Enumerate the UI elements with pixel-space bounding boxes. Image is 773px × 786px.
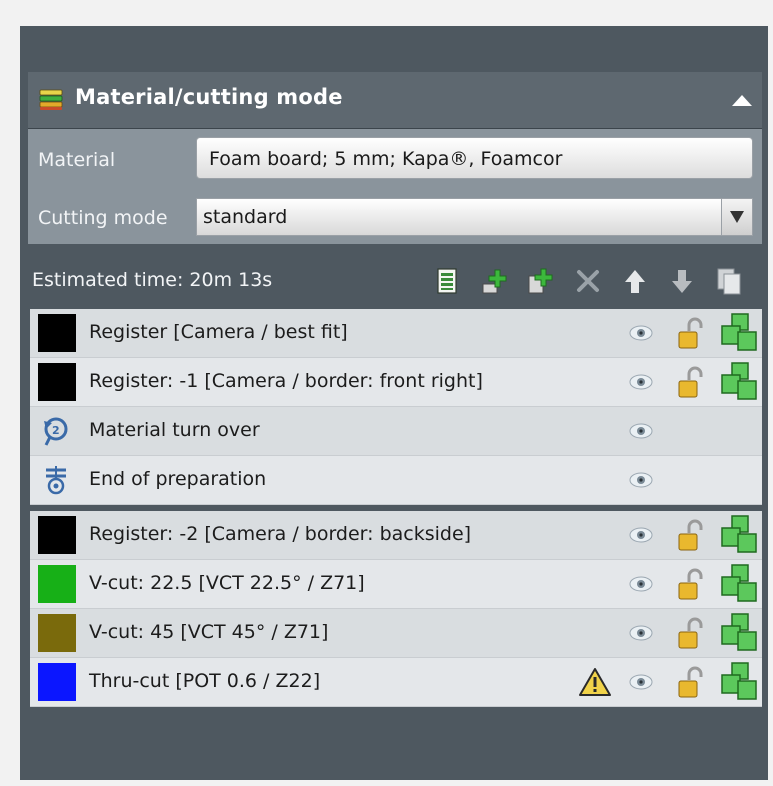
layer-list-icon[interactable] <box>432 266 462 296</box>
turn-over-icon: 2 <box>44 417 68 446</box>
color-swatch <box>38 663 76 701</box>
add-layer-icon[interactable] <box>526 266 556 296</box>
move-up-icon[interactable] <box>620 266 650 296</box>
cut-icon[interactable] <box>718 361 760 403</box>
lock-icon[interactable] <box>675 519 705 553</box>
add-item-icon[interactable] <box>479 266 509 296</box>
eye-icon[interactable] <box>626 469 656 491</box>
delete-icon[interactable] <box>573 266 603 296</box>
layer-list: Register [Camera / best fit] Register: -… <box>30 309 762 707</box>
layer-label: V-cut: 22.5 [VCT 22.5° / Z71] <box>89 572 365 594</box>
color-swatch <box>38 516 76 554</box>
material-settings: Material Foam board; 5 mm; Kapa®, Foamco… <box>28 129 762 244</box>
layer-row[interactable]: Register: -1 [Camera / border: front rig… <box>30 358 762 407</box>
lock-icon[interactable] <box>675 317 705 351</box>
dropdown-arrow[interactable] <box>721 199 752 235</box>
layer-label: V-cut: 45 [VCT 45° / Z71] <box>89 621 329 643</box>
eye-icon[interactable] <box>626 622 656 644</box>
layer-label: Register: -2 [Camera / border: backside] <box>89 523 472 545</box>
cut-icon[interactable] <box>718 612 760 654</box>
cutting-mode-label: Cutting mode <box>38 207 168 229</box>
eye-icon[interactable] <box>626 322 656 344</box>
layer-row[interactable]: Register: -2 [Camera / border: backside] <box>30 511 762 560</box>
move-down-icon[interactable] <box>667 266 697 296</box>
eye-icon[interactable] <box>626 573 656 595</box>
material-layers-icon <box>39 89 63 110</box>
material-field[interactable]: Foam board; 5 mm; Kapa®, Foamcor <box>196 137 753 179</box>
color-swatch <box>38 363 76 401</box>
panel-title: Material/cutting mode <box>75 85 343 109</box>
layer-row[interactable]: V-cut: 45 [VCT 45° / Z71] <box>30 609 762 658</box>
eye-icon[interactable] <box>626 671 656 693</box>
layer-row[interactable]: Register [Camera / best fit] <box>30 309 762 358</box>
layer-row[interactable]: V-cut: 22.5 [VCT 22.5° / Z71] <box>30 560 762 609</box>
eye-icon[interactable] <box>626 371 656 393</box>
cut-icon[interactable] <box>718 312 760 354</box>
layer-label: Thru-cut [POT 0.6 / Z22] <box>89 670 321 692</box>
panel-bottom-area <box>28 721 762 776</box>
estimated-time: Estimated time: 20m 13s <box>32 269 273 291</box>
eye-icon[interactable] <box>626 524 656 546</box>
chevron-down-icon <box>730 211 744 223</box>
layer-row[interactable]: 2 Material turn over <box>30 407 762 456</box>
color-swatch <box>38 614 76 652</box>
layer-label: Register [Camera / best fit] <box>89 321 348 343</box>
layer-row[interactable]: End of preparation <box>30 456 762 505</box>
color-swatch <box>38 314 76 352</box>
lock-icon[interactable] <box>675 366 705 400</box>
cutting-mode-value: standard <box>203 206 288 228</box>
cut-icon[interactable] <box>718 514 760 556</box>
warning-icon[interactable] <box>578 666 612 698</box>
eye-icon[interactable] <box>626 420 656 442</box>
collapse-icon[interactable] <box>728 91 756 109</box>
layer-label: End of preparation <box>89 468 267 490</box>
cutting-mode-select[interactable]: standard <box>196 198 753 236</box>
svg-text:2: 2 <box>52 424 60 437</box>
layer-row[interactable]: Thru-cut [POT 0.6 / Z22] <box>30 658 762 707</box>
end-preparation-icon <box>46 466 66 495</box>
layer-toolbar: Estimated time: 20m 13s <box>28 256 762 306</box>
material-label: Material <box>38 149 116 171</box>
color-swatch <box>38 565 76 603</box>
copy-icon[interactable] <box>714 266 744 296</box>
cut-icon[interactable] <box>718 563 760 605</box>
cut-icon[interactable] <box>718 661 760 703</box>
lock-icon[interactable] <box>675 568 705 602</box>
panel-header[interactable]: Material/cutting mode <box>28 72 762 129</box>
layer-label: Material turn over <box>89 419 260 441</box>
lock-icon[interactable] <box>675 666 705 700</box>
layer-label: Register: -1 [Camera / border: front rig… <box>89 370 483 392</box>
lock-icon[interactable] <box>675 617 705 651</box>
